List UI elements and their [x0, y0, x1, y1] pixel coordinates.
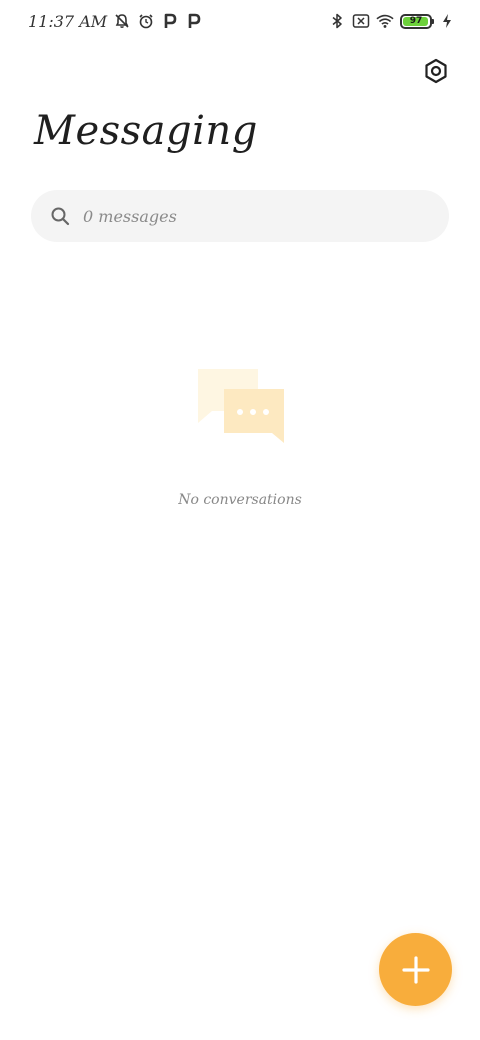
wifi-icon — [376, 12, 394, 30]
empty-state-message: No conversations — [178, 492, 302, 508]
charging-icon — [438, 12, 456, 30]
status-left: 11:37 AM — [28, 10, 203, 32]
status-bar: 11:37 AM 97 — [0, 0, 480, 42]
settings-button[interactable] — [420, 55, 452, 87]
bluetooth-icon — [328, 12, 346, 30]
gear-icon — [425, 58, 447, 84]
parking-app-icon — [161, 12, 179, 30]
parking-app-icon — [185, 12, 203, 30]
search-icon — [49, 205, 71, 227]
search-bar[interactable] — [31, 190, 449, 242]
status-time: 11:37 AM — [28, 11, 108, 31]
chat-bubbles-icon — [196, 367, 286, 447]
plus-icon — [401, 955, 430, 984]
notifications-off-icon — [113, 12, 131, 30]
no-sim-icon — [352, 12, 370, 30]
search-input[interactable] — [83, 206, 403, 226]
new-conversation-button[interactable] — [379, 933, 452, 1006]
battery-level: 97 — [409, 16, 423, 26]
status-right: 97 — [328, 10, 456, 32]
alarm-icon — [137, 12, 155, 30]
page-title: Messaging — [34, 108, 258, 154]
battery-icon: 97 — [400, 13, 434, 29]
